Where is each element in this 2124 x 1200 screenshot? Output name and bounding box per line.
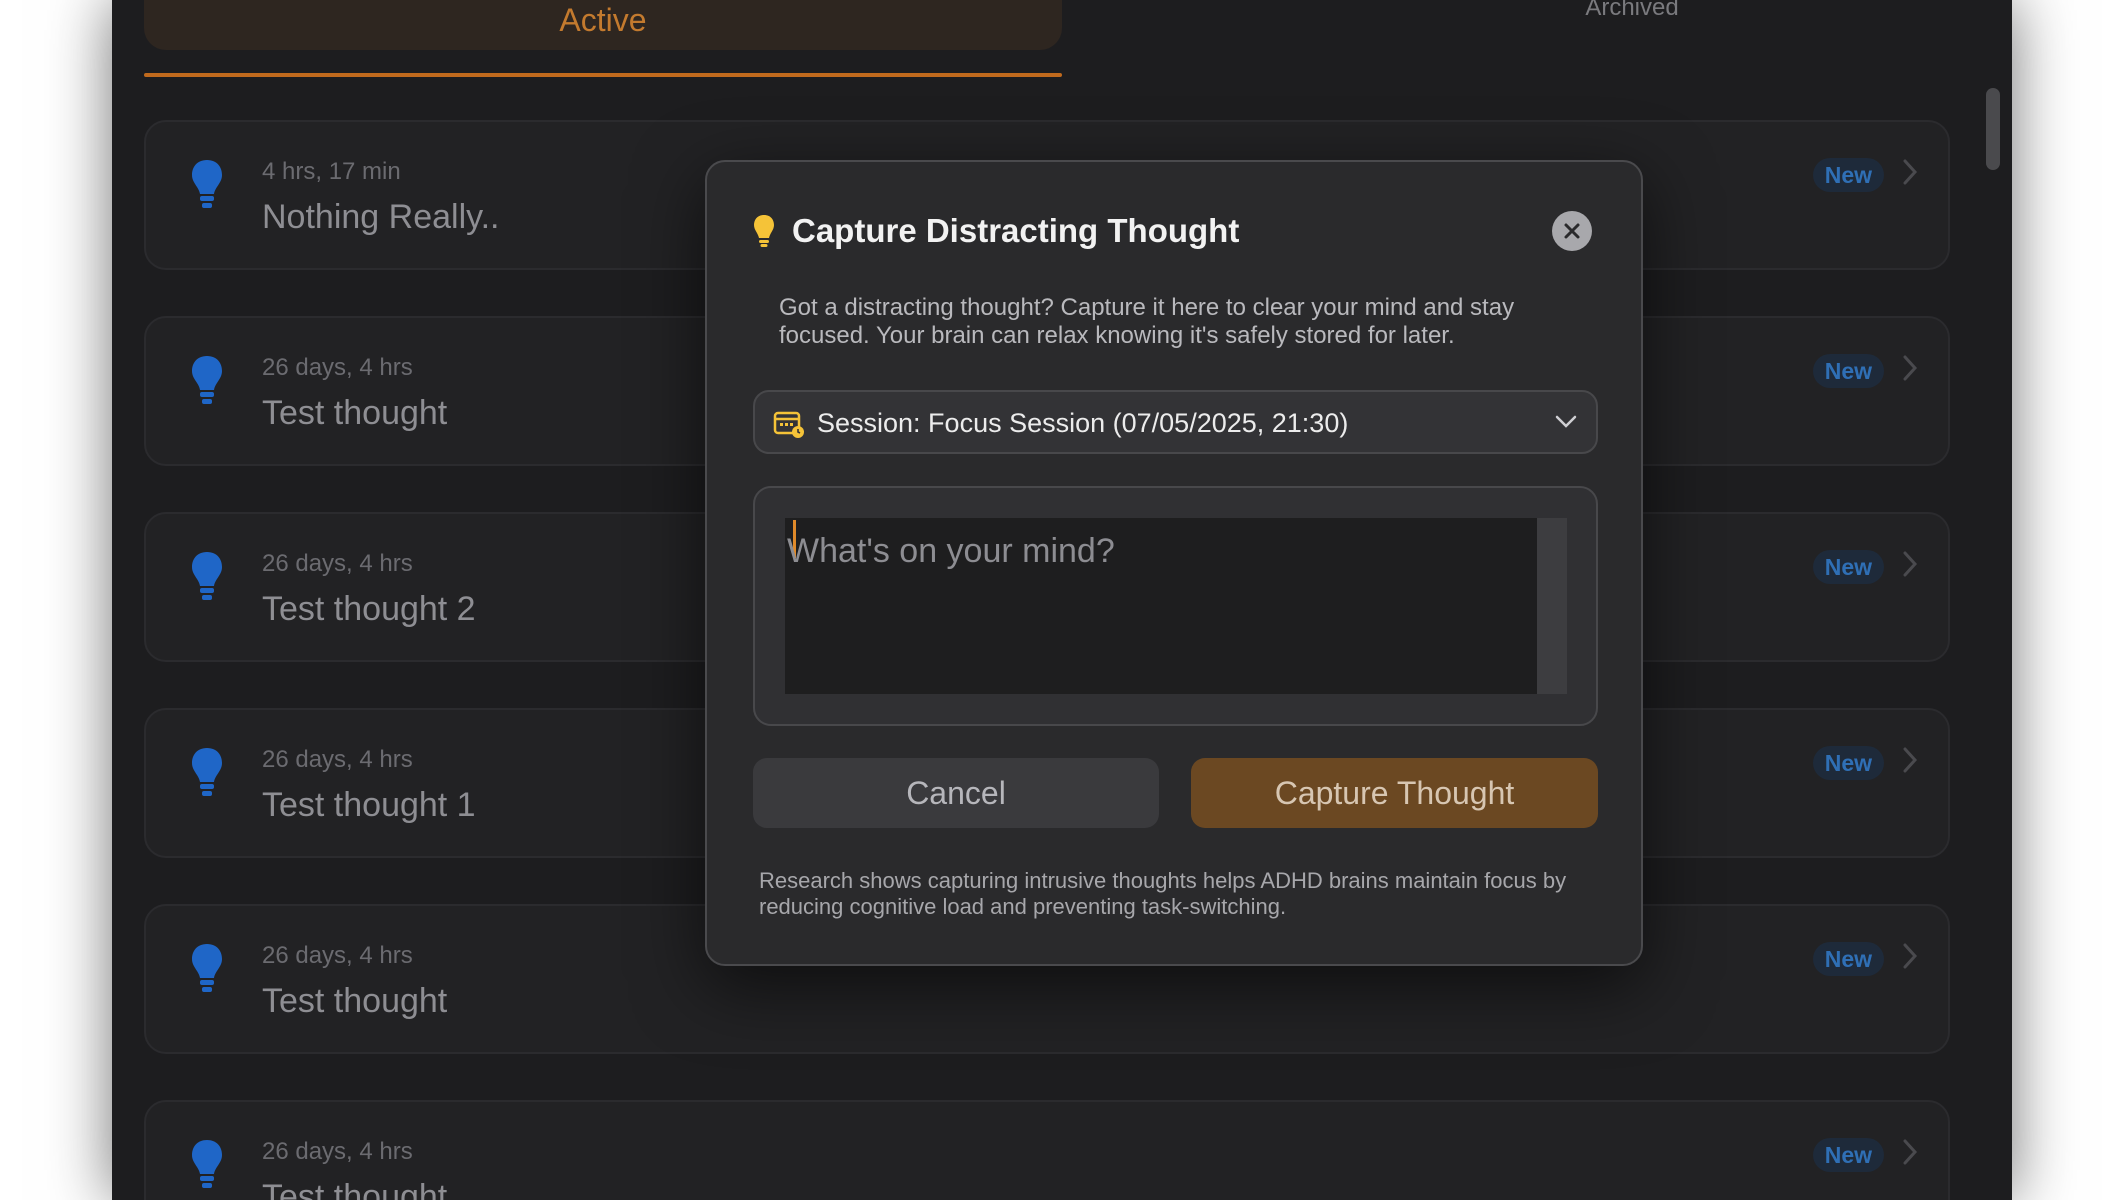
status-badge: New — [1812, 942, 1884, 976]
list-scrollbar[interactable] — [1986, 88, 2000, 170]
chevron-right-icon — [1903, 943, 1918, 969]
chevron-right-icon — [1903, 355, 1918, 381]
thought-time: 4 hrs, 17 min — [262, 158, 401, 185]
thought-input-frame: What's on your mind? — [753, 486, 1598, 726]
app-window: Active Archived 4 hrs, 17 min Nothing Re… — [112, 0, 2012, 1200]
lightbulb-icon — [192, 748, 222, 796]
dialog-footnote: Research shows capturing intrusive thoug… — [759, 868, 1567, 919]
chevron-down-icon — [1555, 415, 1577, 428]
lightbulb-icon — [192, 944, 222, 992]
tab-active-underline — [144, 73, 1062, 77]
chevron-right-icon — [1903, 747, 1918, 773]
status-badge: New — [1812, 1138, 1884, 1172]
session-select-value: Session: Focus Session (07/05/2025, 21:3… — [817, 408, 1349, 438]
capture-thought-dialog: Capture Distracting Thought Got a distra… — [705, 160, 1643, 966]
capture-thought-button[interactable]: Capture Thought — [1191, 758, 1598, 828]
lightbulb-icon — [192, 552, 222, 600]
cancel-button[interactable]: Cancel — [753, 758, 1159, 828]
tab-archived[interactable]: Archived — [1412, 0, 1852, 26]
chevron-right-icon — [1903, 159, 1918, 185]
status-badge: New — [1812, 158, 1884, 192]
close-icon — [1564, 223, 1580, 239]
dialog-description: Got a distracting thought? Capture it he… — [779, 294, 1515, 349]
thought-title: Test thought 1 — [262, 786, 476, 824]
status-badge: New — [1812, 746, 1884, 780]
thought-title: Test thought — [262, 394, 448, 432]
thought-input-scrollbar[interactable] — [1537, 518, 1567, 694]
thought-title: Nothing Really.. — [262, 198, 500, 236]
thought-input[interactable]: What's on your mind? — [785, 518, 1537, 694]
dialog-title: Capture Distracting Thought — [792, 212, 1240, 249]
lightbulb-icon — [754, 215, 774, 247]
status-badge: New — [1812, 550, 1884, 584]
thought-title: Test thought 2 — [262, 590, 476, 628]
thought-input-placeholder: What's on your mind? — [787, 532, 1115, 570]
thought-time: 26 days, 4 hrs — [262, 1138, 413, 1165]
thought-time: 26 days, 4 hrs — [262, 746, 413, 773]
status-badge: New — [1812, 354, 1884, 388]
calendar-clock-icon — [773, 411, 804, 438]
lightbulb-icon — [192, 160, 222, 208]
thought-time: 26 days, 4 hrs — [262, 550, 413, 577]
tab-active[interactable]: Active — [144, 0, 1062, 50]
thought-title: Test thought — [262, 982, 448, 1020]
thought-title: Test thought — [262, 1178, 448, 1200]
lightbulb-icon — [192, 1140, 222, 1188]
tab-active-label: Active — [559, 2, 647, 38]
list-item[interactable]: 26 days, 4 hrs Test thought New — [144, 1100, 1950, 1200]
session-select[interactable]: Session: Focus Session (07/05/2025, 21:3… — [753, 390, 1598, 454]
chevron-right-icon — [1903, 551, 1918, 577]
chevron-right-icon — [1903, 1139, 1918, 1165]
thought-time: 26 days, 4 hrs — [262, 354, 413, 381]
thought-time: 26 days, 4 hrs — [262, 942, 413, 969]
lightbulb-icon — [192, 356, 222, 404]
close-button[interactable] — [1552, 211, 1592, 251]
